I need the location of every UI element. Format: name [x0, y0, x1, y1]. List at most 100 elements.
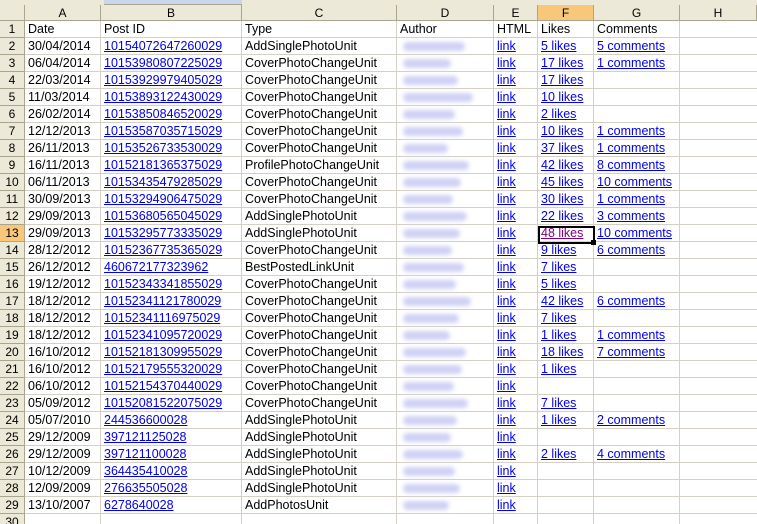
cell-post-id[interactable]: 10153587035715029 [101, 123, 242, 140]
comments-link[interactable]: 1 comments [597, 124, 665, 138]
cell-header-date[interactable]: Date [25, 21, 101, 38]
html-link[interactable]: link [497, 396, 516, 410]
cell-html[interactable]: link [494, 327, 538, 344]
cell-type[interactable]: CoverPhotoChangeUnit [242, 327, 397, 344]
html-link[interactable]: link [497, 260, 516, 274]
post-id-link[interactable]: 10152154370440029 [104, 379, 222, 393]
post-id-link[interactable]: 10153929979405029 [104, 73, 222, 87]
cell-type[interactable]: ProfilePhotoChangeUnit [242, 157, 397, 174]
cell-post-id[interactable]: 10153680565045029 [101, 208, 242, 225]
cell-comments[interactable]: 6 comments [594, 242, 680, 259]
cell-html[interactable]: link [494, 480, 538, 497]
likes-link[interactable]: 45 likes [541, 175, 583, 189]
comments-link[interactable]: 10 comments [597, 175, 672, 189]
comments-link[interactable]: 1 comments [597, 192, 665, 206]
cell-html[interactable]: link [494, 38, 538, 55]
post-id-link[interactable]: 276635505028 [104, 481, 187, 495]
cell-likes[interactable]: 2 likes [538, 106, 594, 123]
html-link[interactable]: link [497, 328, 516, 342]
cell-header-likes[interactable]: Likes [538, 21, 594, 38]
post-id-link[interactable]: 10152341121780029 [104, 294, 221, 308]
column-header-g[interactable]: G [594, 5, 680, 21]
cell-post-id[interactable]: 10153294906475029 [101, 191, 242, 208]
cell-comments[interactable]: 1 comments [594, 55, 680, 72]
cell-date[interactable]: 11/03/2014 [25, 89, 101, 106]
cell-html[interactable]: link [494, 140, 538, 157]
cell-comments[interactable]: 4 comments [594, 446, 680, 463]
cell-html[interactable]: link [494, 89, 538, 106]
cell-html[interactable]: link [494, 55, 538, 72]
row-header[interactable]: 4 [0, 72, 25, 89]
cell-date[interactable]: 28/12/2012 [25, 242, 101, 259]
row-header[interactable]: 7 [0, 123, 25, 140]
comments-link[interactable]: 1 comments [597, 141, 665, 155]
cell-date[interactable]: 10/12/2009 [25, 463, 101, 480]
cell-html[interactable]: link [494, 344, 538, 361]
cell-date[interactable]: 22/03/2014 [25, 72, 101, 89]
cell-type[interactable]: CoverPhotoChangeUnit [242, 242, 397, 259]
post-id-link[interactable]: 244536600028 [104, 413, 187, 427]
cell-type[interactable]: CoverPhotoChangeUnit [242, 55, 397, 72]
cell-likes[interactable]: 10 likes [538, 89, 594, 106]
cell-type[interactable]: AddSinglePhotoUnit [242, 225, 397, 242]
cell-date[interactable]: 26/11/2013 [25, 140, 101, 157]
row-header[interactable]: 6 [0, 106, 25, 123]
comments-link[interactable]: 10 comments [597, 226, 672, 240]
cell-post-id[interactable]: 10153850846520029 [101, 106, 242, 123]
column-header-f[interactable]: F [538, 5, 594, 21]
likes-link[interactable]: 42 likes [541, 294, 583, 308]
html-link[interactable]: link [497, 413, 516, 427]
cell-html[interactable]: link [494, 293, 538, 310]
cell-likes[interactable]: 2 likes [538, 446, 594, 463]
cell-comments[interactable]: 6 comments [594, 293, 680, 310]
comments-link[interactable]: 4 comments [597, 447, 665, 461]
likes-link[interactable]: 1 likes [541, 328, 576, 342]
cell-html[interactable]: link [494, 191, 538, 208]
cell-html[interactable]: link [494, 106, 538, 123]
cell-html[interactable]: link [494, 310, 538, 327]
row-header[interactable]: 12 [0, 208, 25, 225]
html-link[interactable]: link [497, 294, 516, 308]
likes-link[interactable]: 17 likes [541, 73, 583, 87]
select-all-corner[interactable] [0, 5, 25, 21]
cell-post-id[interactable]: 10152154370440029 [101, 378, 242, 395]
cell-html[interactable]: link [494, 225, 538, 242]
cell-comments[interactable]: 1 comments [594, 327, 680, 344]
comments-link[interactable]: 7 comments [597, 345, 665, 359]
comments-link[interactable]: 6 comments [597, 243, 665, 257]
cell-type[interactable]: AddSinglePhotoUnit [242, 429, 397, 446]
cell-header-comments[interactable]: Comments [594, 21, 680, 38]
cell-type[interactable]: AddSinglePhotoUnit [242, 463, 397, 480]
row-header[interactable]: 26 [0, 446, 25, 463]
cell-type[interactable]: CoverPhotoChangeUnit [242, 344, 397, 361]
row-header[interactable]: 24 [0, 412, 25, 429]
cell-post-id[interactable]: 10153435479285029 [101, 174, 242, 191]
post-id-link[interactable]: 10153587035715029 [104, 124, 222, 138]
row-header[interactable]: 13 [0, 225, 25, 242]
cell-html[interactable]: link [494, 208, 538, 225]
column-header-h[interactable]: H [680, 5, 757, 21]
cell-date[interactable]: 06/10/2012 [25, 378, 101, 395]
row-header[interactable]: 5 [0, 89, 25, 106]
cell-header-type[interactable]: Type [242, 21, 397, 38]
cell-html[interactable]: link [494, 276, 538, 293]
cell-type[interactable]: BestPostedLinkUnit [242, 259, 397, 276]
cell-likes[interactable]: 1 likes [538, 412, 594, 429]
cell-type[interactable]: AddPhotosUnit [242, 497, 397, 514]
cell-likes[interactable]: 17 likes [538, 55, 594, 72]
cell-likes[interactable]: 7 likes [538, 259, 594, 276]
column-header-e[interactable]: E [494, 5, 538, 21]
cell-type[interactable]: CoverPhotoChangeUnit [242, 72, 397, 89]
post-id-link[interactable]: 10153980807225029 [104, 56, 222, 70]
cell-post-id[interactable]: 10152179555320029 [101, 361, 242, 378]
cell-html[interactable]: link [494, 174, 538, 191]
cell-header-post-id[interactable]: Post ID [101, 21, 242, 38]
row-header[interactable]: 14 [0, 242, 25, 259]
likes-link[interactable]: 9 likes [541, 243, 576, 257]
cell-type[interactable]: CoverPhotoChangeUnit [242, 191, 397, 208]
cell-type[interactable]: AddSinglePhotoUnit [242, 446, 397, 463]
fill-handle[interactable] [591, 240, 596, 245]
cell-date[interactable]: 26/12/2012 [25, 259, 101, 276]
cell-type[interactable]: AddSinglePhotoUnit [242, 208, 397, 225]
likes-link[interactable]: 7 likes [541, 311, 576, 325]
